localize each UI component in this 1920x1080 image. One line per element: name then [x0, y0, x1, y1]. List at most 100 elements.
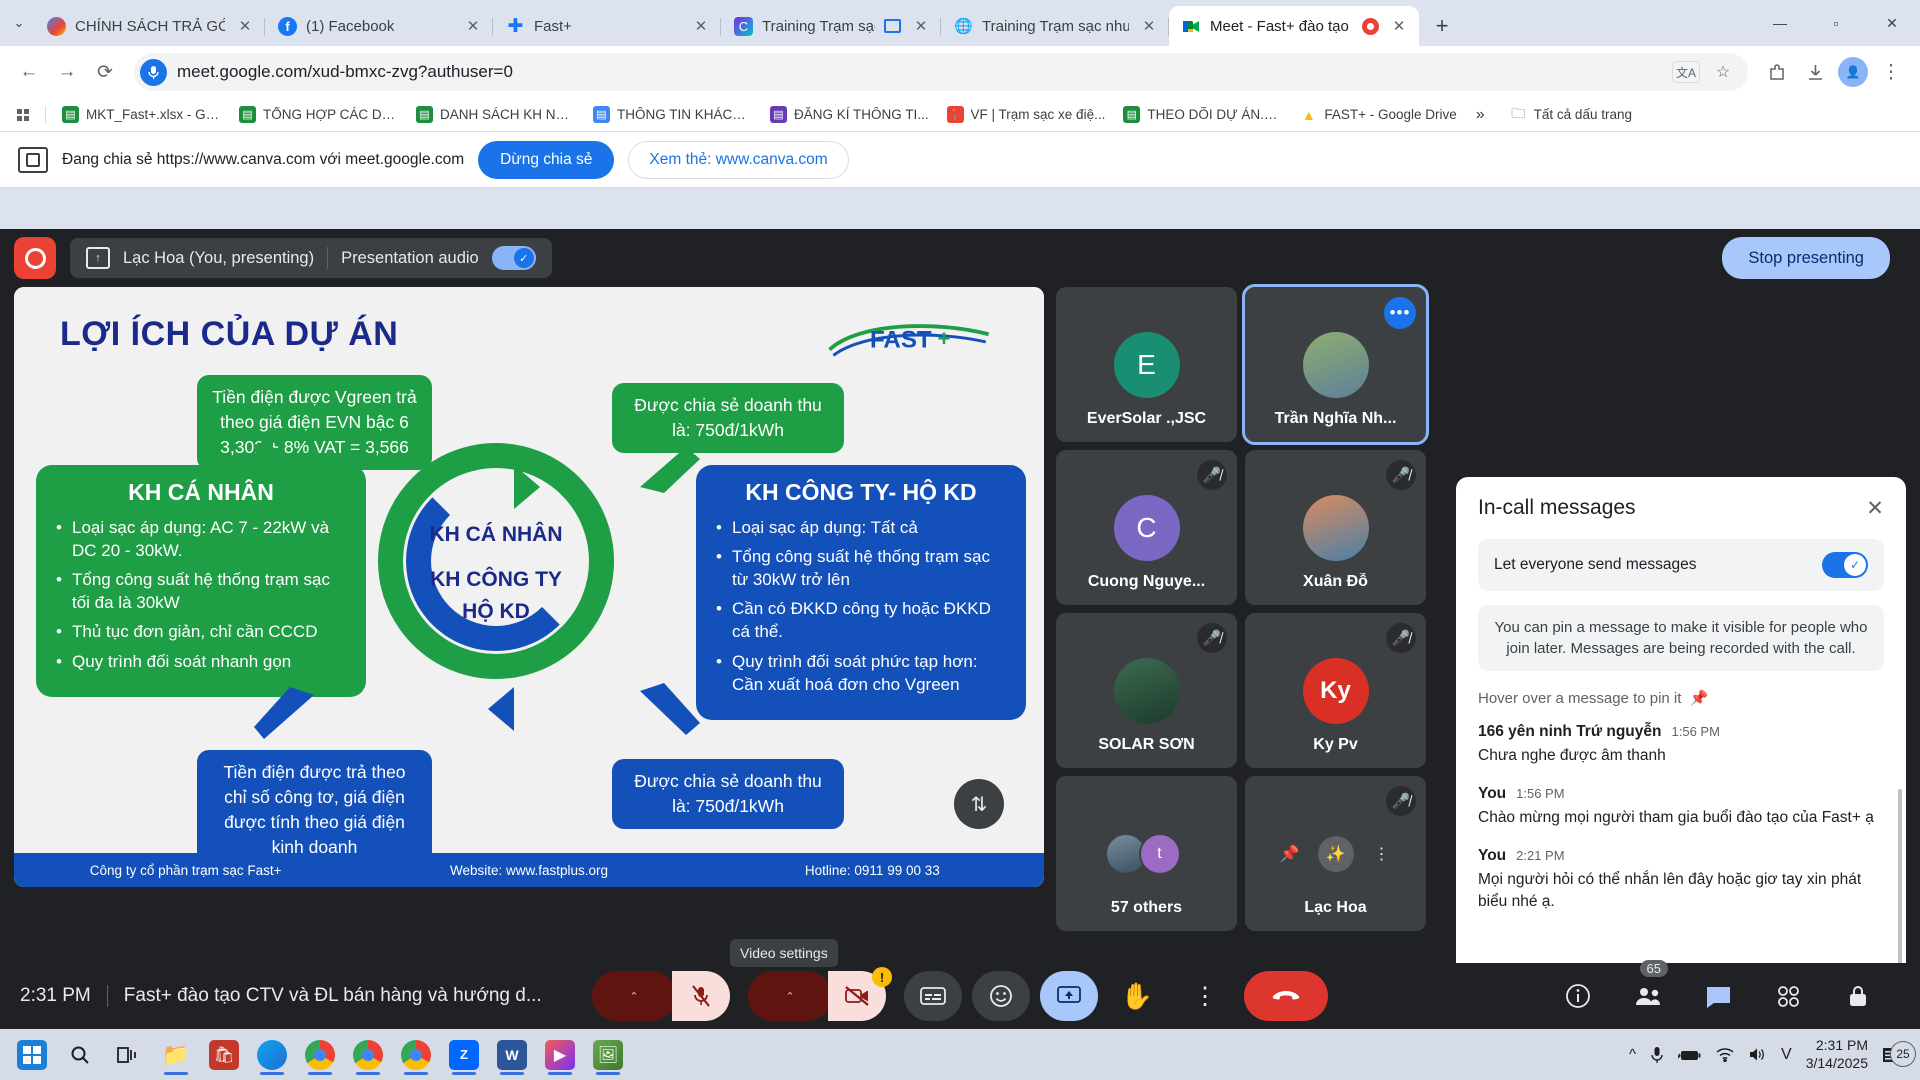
- let-everyone-toggle[interactable]: [1822, 552, 1868, 578]
- chat-button[interactable]: [1694, 972, 1742, 1020]
- close-icon[interactable]: ✕: [1138, 15, 1160, 37]
- taskbar-item-chrome-1[interactable]: [296, 1033, 344, 1077]
- kebab-menu-icon[interactable]: ⋮: [1874, 55, 1908, 89]
- captions-button[interactable]: [904, 971, 962, 1021]
- browser-tab-0[interactable]: CHÍNH SÁCH TRẢ GÓP (21 ✕: [34, 6, 265, 46]
- back-icon[interactable]: ←: [12, 55, 46, 89]
- chrome-icon: [305, 1039, 335, 1070]
- profile-avatar[interactable]: 👤: [1838, 57, 1868, 87]
- translate-icon[interactable]: 文A: [1672, 61, 1700, 83]
- participant-tile-cuong-nguyen[interactable]: 🎤̸ C Cuong Nguye...: [1056, 450, 1237, 605]
- minimize-button[interactable]: —: [1752, 0, 1808, 46]
- stop-sharing-button[interactable]: Dừng chia sẻ: [478, 140, 615, 179]
- search-button[interactable]: [56, 1033, 104, 1077]
- bookmark-item-1[interactable]: ▤ TỔNG HỢP CÁC DỰ...: [232, 102, 405, 127]
- bookmark-item-5[interactable]: 📍 VF | Trạm sạc xe điệ...: [940, 102, 1113, 127]
- address-bar[interactable]: meet.google.com/xud-bmxc-zvg?authuser=0 …: [134, 53, 1748, 91]
- bookmark-item-0[interactable]: ▤ MKT_Fast+.xlsx - Go...: [55, 102, 228, 127]
- stop-presenting-button[interactable]: Stop presenting: [1722, 237, 1890, 279]
- star-icon[interactable]: ☆: [1710, 59, 1736, 85]
- tray-overflow-icon[interactable]: ^: [1629, 1046, 1636, 1063]
- view-tab-button[interactable]: Xem thẻ: www.canva.com: [628, 140, 849, 179]
- cast-icon[interactable]: [884, 19, 901, 33]
- meeting-details-button[interactable]: [1554, 972, 1602, 1020]
- mic-icon[interactable]: [1650, 1046, 1664, 1064]
- volume-icon[interactable]: [1748, 1047, 1767, 1062]
- taskbar-item-media[interactable]: ▶: [536, 1033, 584, 1077]
- participant-tile-ky-pv[interactable]: 🎤̸ Ky Ky Pv: [1245, 613, 1426, 768]
- vpn-icon[interactable]: V: [1781, 1046, 1792, 1064]
- participant-tile-self[interactable]: 🎤̸ 📌 ✨ ⋮ Lạc Hoa: [1245, 776, 1426, 931]
- chat-scrollbar[interactable]: [1898, 789, 1902, 969]
- mic-options-button[interactable]: ⌃: [592, 971, 676, 1021]
- notification-center-button[interactable]: 25: [1882, 1040, 1916, 1067]
- taskbar-item-photos[interactable]: 🖼: [584, 1033, 632, 1077]
- close-icon[interactable]: ✕: [462, 15, 484, 37]
- bookmark-item-2[interactable]: ▤ DANH SÁCH KH NH...: [409, 102, 582, 127]
- people-button[interactable]: 65: [1624, 960, 1672, 1020]
- battery-icon[interactable]: [1678, 1048, 1702, 1062]
- bookmarks-overflow-icon[interactable]: »: [1468, 106, 1493, 124]
- activities-button[interactable]: [1764, 972, 1812, 1020]
- close-icon[interactable]: ✕: [1388, 15, 1410, 37]
- more-options-icon[interactable]: ⋮: [1363, 835, 1400, 872]
- all-bookmarks-button[interactable]: 🗀 Tất cả dấu trang: [1503, 102, 1639, 127]
- participant-tile-eversolar[interactable]: E EverSolar .,JSC: [1056, 287, 1237, 442]
- taskbar-item-edge[interactable]: [248, 1033, 296, 1077]
- participant-tile-tran-nghia[interactable]: ••• Trần Nghĩa Nh...: [1242, 284, 1429, 445]
- browser-tab-4[interactable]: 🌐 Training Trạm sạc nhượng ✕: [941, 6, 1169, 46]
- camera-toggle-button[interactable]: !: [828, 967, 892, 1021]
- taskbar-item-zalo[interactable]: Z: [440, 1033, 488, 1077]
- participant-tile-solar-son[interactable]: 🎤̸ SOLAR SƠN: [1056, 613, 1237, 768]
- close-icon[interactable]: ✕: [690, 15, 712, 37]
- mic-toggle-button[interactable]: [672, 971, 730, 1021]
- leave-call-button[interactable]: [1244, 971, 1328, 1021]
- tab-search-chevron-icon[interactable]: ⌄: [4, 0, 34, 46]
- presentation-audio-toggle[interactable]: [491, 246, 536, 270]
- participant-tile-xuan-do[interactable]: 🎤̸ Xuân Đỗ: [1245, 450, 1426, 605]
- avatar[interactable]: 👤: [1836, 55, 1870, 89]
- forward-icon[interactable]: →: [50, 55, 84, 89]
- bookmark-item-7[interactable]: ▲ FAST+ - Google Drive: [1293, 102, 1463, 127]
- bookmark-item-6[interactable]: ▤ THEO DÕI DỰ ÁN.xl...: [1116, 102, 1289, 127]
- close-icon[interactable]: ✕: [1854, 487, 1896, 529]
- camera-options-button[interactable]: ⌃: [748, 971, 832, 1021]
- task-view-button[interactable]: [104, 1033, 152, 1077]
- more-options-icon[interactable]: •••: [1384, 297, 1416, 329]
- raise-hand-button[interactable]: ✋: [1108, 971, 1166, 1021]
- close-window-button[interactable]: ✕: [1864, 0, 1920, 46]
- taskbar-item-chrome-3[interactable]: [392, 1033, 440, 1077]
- browser-tab-2[interactable]: ✚ Fast+ ✕: [493, 6, 721, 46]
- start-button[interactable]: [8, 1033, 56, 1077]
- reload-icon[interactable]: ⟳: [88, 55, 122, 89]
- maximize-button[interactable]: ▫: [1808, 0, 1864, 46]
- meeting-name: Fast+ đào tạo CTV và ĐL bán hàng và hướn…: [123, 985, 542, 1006]
- participant-tile-others[interactable]: t 57 others: [1056, 776, 1237, 931]
- browser-tab-5[interactable]: Meet - Fast+ đào tạo C ✕: [1169, 6, 1419, 46]
- extensions-icon[interactable]: [1760, 55, 1794, 89]
- present-now-button[interactable]: [1040, 971, 1098, 1021]
- host-controls-button[interactable]: [1834, 972, 1882, 1020]
- taskbar-item-word[interactable]: W: [488, 1033, 536, 1077]
- more-options-button[interactable]: ⋮: [1176, 971, 1234, 1021]
- bookmark-item-4[interactable]: ▤ ĐĂNG KÍ THÔNG TI...: [763, 102, 936, 127]
- browser-tab-3[interactable]: C Training Trạm sạc nhượ ✕: [721, 6, 941, 46]
- presented-slide[interactable]: LỢI ÍCH CỦA DỰ ÁN FAST + KH CÁ NHÂN KH C…: [14, 287, 1044, 887]
- reactions-button[interactable]: [972, 971, 1030, 1021]
- bookmark-item-3[interactable]: ▤ THÔNG TIN KHÁCH...: [586, 102, 759, 127]
- close-icon[interactable]: ✕: [910, 15, 932, 37]
- pin-icon[interactable]: 📌: [1271, 835, 1308, 872]
- download-icon[interactable]: [1798, 55, 1832, 89]
- mic-permission-icon[interactable]: [140, 58, 167, 86]
- taskbar-item-store[interactable]: 🛍: [200, 1033, 248, 1077]
- taskbar-item-file-explorer[interactable]: 📁: [152, 1033, 200, 1077]
- new-tab-button[interactable]: +: [1425, 9, 1459, 43]
- wifi-icon[interactable]: [1716, 1047, 1734, 1062]
- browser-tab-1[interactable]: f (1) Facebook ✕: [265, 6, 493, 46]
- clock[interactable]: 2:31 PM 3/14/2025: [1806, 1037, 1868, 1072]
- taskbar-item-chrome-2[interactable]: [344, 1033, 392, 1077]
- video-effects-icon[interactable]: ✨: [1317, 835, 1354, 872]
- apps-grid-icon[interactable]: [10, 105, 36, 125]
- scroll-to-bottom-button[interactable]: ⇅: [954, 779, 1004, 829]
- close-icon[interactable]: ✕: [234, 15, 256, 37]
